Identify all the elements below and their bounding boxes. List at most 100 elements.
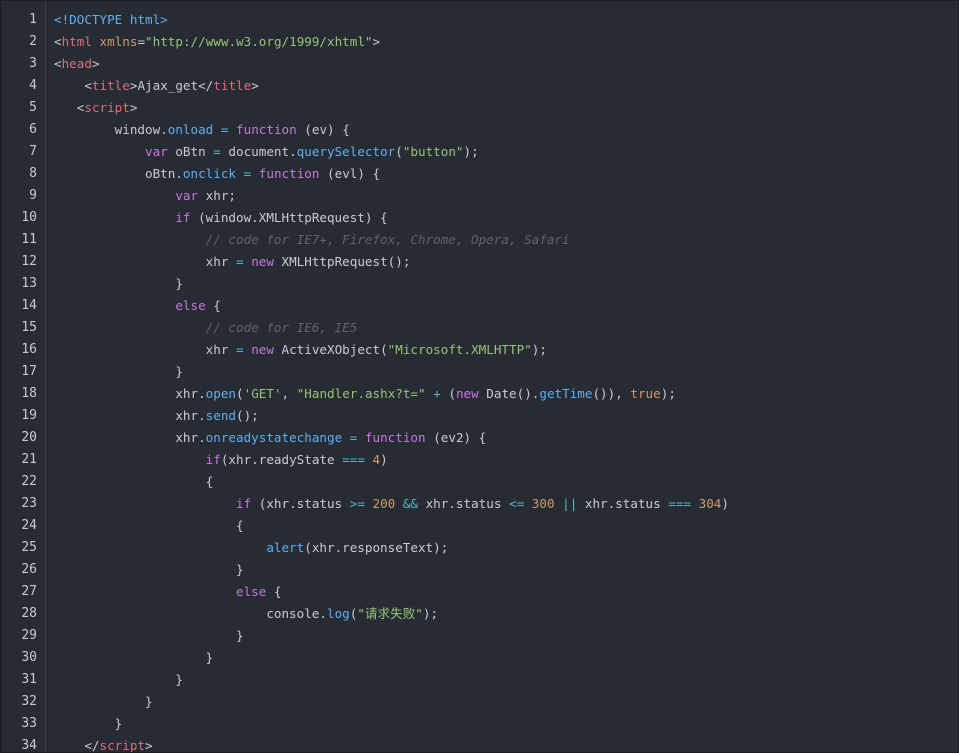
code-editor[interactable]: 1 <!DOCTYPE html> 2 <html xmlns="http://www… <box>0 0 959 753</box>
line-number: 2 <box>29 34 37 49</box>
code-token: 200 <box>372 496 396 511</box>
line-number: 17 <box>21 364 37 379</box>
code-token: "Microsoft.XMLHTTP" <box>387 342 532 357</box>
code-text: } <box>54 713 123 735</box>
code-token: if <box>205 452 221 467</box>
code-token: ( <box>236 386 244 401</box>
code-text: xhr = new ActiveXObject("Microsoft.XMLHT… <box>54 339 547 361</box>
code-token: true <box>630 386 661 401</box>
line-number: 13 <box>21 276 37 291</box>
code-token: head <box>61 56 92 71</box>
code-token: >= <box>349 496 365 511</box>
code-token: xhr; <box>198 188 236 203</box>
code-token: === <box>342 452 365 467</box>
code-text: var oBtn = document.querySelector("butto… <box>54 141 479 163</box>
code-text: } <box>54 559 244 581</box>
code-text: if (window.XMLHttpRequest) { <box>54 207 388 229</box>
code-token: + <box>433 386 441 401</box>
code-token: title <box>213 78 252 93</box>
code-token: html <box>61 34 92 49</box>
code-token: (ev2) { <box>425 430 487 445</box>
code-token: script <box>99 738 146 753</box>
code-token: { <box>205 474 214 489</box>
code-token: ); <box>531 342 547 357</box>
code-token: } <box>175 276 183 291</box>
code-token: ); <box>660 386 676 401</box>
code-token: script <box>84 100 130 115</box>
code-token: (xhr.readyState <box>220 452 343 467</box>
code-token: alert <box>266 540 305 555</box>
line-number: 11 <box>21 232 37 247</box>
code-token: xhr <box>205 254 236 269</box>
code-token: ) <box>721 496 729 511</box>
code-token: ( <box>440 386 456 401</box>
code-token: = <box>236 254 244 269</box>
code-token: } <box>145 694 153 709</box>
code-token: >Ajax_get</ <box>129 78 214 93</box>
code-token: (evl) { <box>319 166 381 181</box>
line-number: 12 <box>21 254 37 269</box>
code-token: </ <box>84 738 100 753</box>
line-number: 31 <box>21 672 37 687</box>
line-number: 7 <box>29 144 37 159</box>
code-token: } <box>175 672 183 687</box>
code-token: <!DOCTYPE html> <box>54 12 168 27</box>
code-token: function <box>258 166 320 181</box>
line-number: 27 <box>21 584 37 599</box>
code-token: console. <box>266 606 327 621</box>
code-text: } <box>54 625 244 647</box>
code-text: <html xmlns="http://www.w3.org/1999/xhtm… <box>54 31 380 53</box>
code-token: window. <box>114 122 168 137</box>
line-number: 25 <box>21 540 37 555</box>
code-token: ); <box>422 606 439 621</box>
code-token: if <box>175 210 191 225</box>
code-token: if <box>235 496 252 511</box>
code-token: xhr. <box>175 430 206 445</box>
code-text: if(xhr.readyState === 4) <box>54 449 388 471</box>
code-token: } <box>175 364 183 379</box>
code-token: = <box>137 34 146 49</box>
code-token: 304 <box>698 496 722 511</box>
line-number: 23 <box>21 496 37 511</box>
code-token: < <box>54 34 62 49</box>
code-text: } <box>54 691 153 713</box>
code-text: window.onload = function (ev) { <box>54 119 350 141</box>
code-token: Date(). <box>478 386 540 401</box>
code-token: send <box>205 408 237 423</box>
code-token: xhr <box>205 342 236 357</box>
code-token: function <box>364 430 426 445</box>
line-number: 19 <box>21 408 37 423</box>
code-token: , <box>281 386 297 401</box>
code-text: xhr.open('GET', "Handler.ashx?t=" + (new… <box>54 383 676 405</box>
code-text: <head> <box>54 53 100 75</box>
code-token: else <box>175 298 206 313</box>
code-token: ); <box>463 144 479 159</box>
line-number: 29 <box>21 628 37 643</box>
code-token: "button" <box>402 144 464 159</box>
code-token: xhr.status <box>577 496 669 511</box>
code-token: querySelector <box>296 144 396 159</box>
line-number: 4 <box>29 78 37 93</box>
code-token: (window.XMLHttpRequest) { <box>190 210 388 225</box>
line-number: 8 <box>29 166 37 181</box>
code-token: (); <box>236 408 259 423</box>
line-number: 14 <box>21 298 37 313</box>
code-token: onreadystatechange <box>205 430 343 445</box>
code-token: > <box>251 78 259 93</box>
code-token: else <box>235 584 267 599</box>
code-token: var <box>175 188 199 203</box>
